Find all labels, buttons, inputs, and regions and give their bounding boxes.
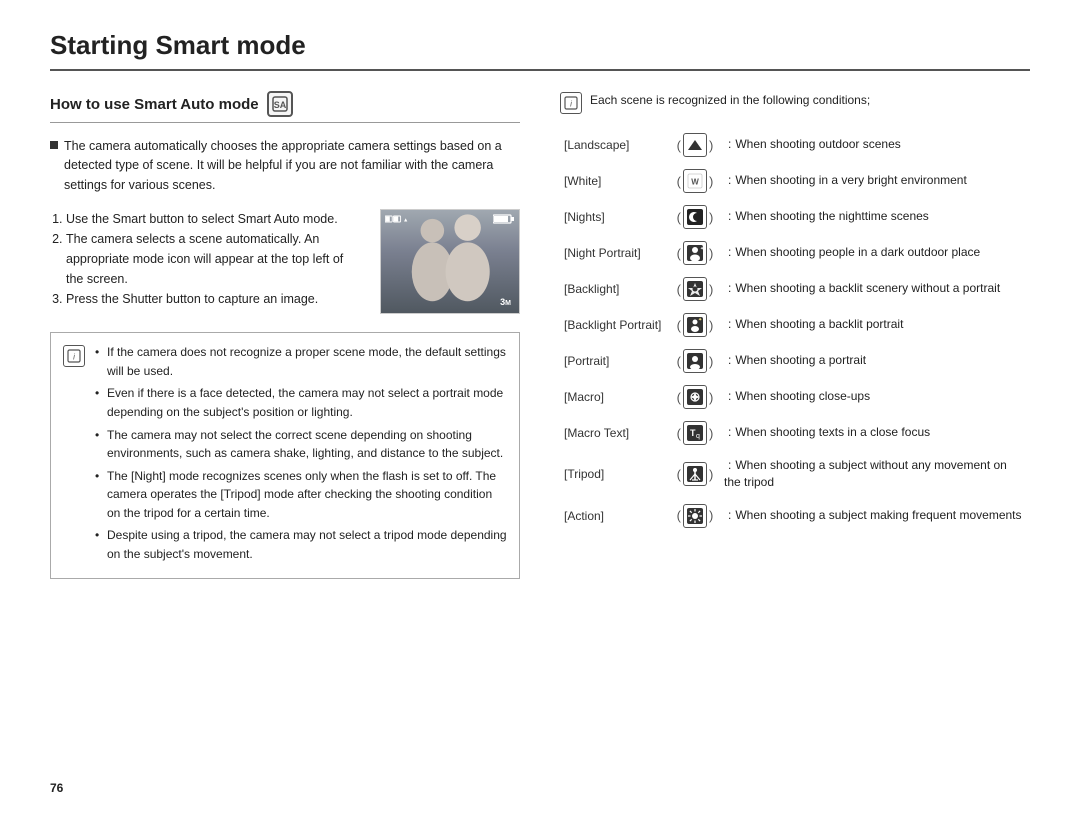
scene-label-landscape: [Landscape] [560,130,670,160]
scene-icon-white: ( W ) [670,166,720,196]
scene-desc-macro-text: :When shooting texts in a close focus [720,418,1030,448]
scene-label-backlight-portrait: [Backlight Portrait] [560,310,670,340]
page-number: 76 [50,781,63,795]
note-item-4: The [Night] mode recognizes scenes only … [95,467,507,523]
scene-row-portrait: [Portrait] ( [560,346,1030,376]
scene-icon-backlight: ( ) [670,274,720,304]
scene-row-nights: [Nights] ( ) [560,202,1030,232]
right-column: i Each scene is recognized in the follow… [560,91,1030,579]
scene-label-tripod: [Tripod] [560,454,670,495]
portrait-icon [683,349,707,373]
scene-label-night-portrait: [Night Portrait] [560,238,670,268]
scene-icon-action: ( [670,501,720,531]
scene-label-portrait: [Portrait] [560,346,670,376]
scene-row-backlight-portrait: [Backlight Portrait] ( ✦ [560,310,1030,340]
scene-icon-macro: ( ) [670,382,720,412]
backlight-portrait-icon: ✦ [683,313,707,337]
preview-battery-icon [493,214,515,226]
scene-icon-night-portrait: ( ✦ ) [670,238,720,268]
scene-label-action: [Action] [560,501,670,531]
scene-desc-backlight-portrait: :When shooting a backlit portrait [720,310,1030,340]
scene-row-white: [White] ( W ) [560,166,1030,196]
scene-desc-nights: :When shooting the nighttime scenes [720,202,1030,232]
scene-icon-tripod: ( [670,454,720,495]
right-note: i Each scene is recognized in the follow… [560,91,1030,114]
step-2: The camera selects a scene automatically… [66,229,364,289]
svg-text:W: W [691,178,699,187]
svg-text:▲: ▲ [403,218,408,224]
scene-icon-macro-text: ( T q ) [670,418,720,448]
right-note-icon: i [560,92,582,114]
scene-label-macro: [Macro] [560,382,670,412]
step-3: Press the Shutter button to capture an i… [66,289,364,309]
scene-desc-macro: :When shooting close-ups [720,382,1030,412]
macro-text-icon: T q [683,421,707,445]
scene-table: [Landscape] ( ) [560,130,1030,531]
intro-block: The camera automatically chooses the app… [50,137,520,195]
section-heading-text: How to use Smart Auto mode [50,96,259,113]
scene-desc-landscape: :When shooting outdoor scenes [720,130,1030,160]
landscape-icon [683,133,707,157]
svg-text:✦: ✦ [700,246,703,252]
svg-text:i: i [570,100,572,109]
preview-3m-label: 3M [500,297,511,307]
scene-icon-backlight-portrait: ( ✦ ) [670,310,720,340]
scene-desc-backlight: :When shooting a backlit scenery without… [720,274,1030,304]
macro-icon [683,385,707,409]
scene-desc-action: :When shooting a subject making frequent… [720,501,1030,531]
scene-label-nights: [Nights] [560,202,670,232]
camera-preview: ▲ [380,209,520,314]
backlight-icon [683,277,707,301]
scene-label-backlight: [Backlight] [560,274,670,304]
scene-icon-portrait: ( ) [670,346,720,376]
scene-icon-nights: ( ) [670,202,720,232]
night-portrait-icon: ✦ [683,241,707,265]
scene-row-action: [Action] ( [560,501,1030,531]
scene-desc-tripod: :When shooting a subject without any mov… [720,454,1030,495]
steps-list: Use the Smart button to select Smart Aut… [50,209,364,309]
step-1: Use the Smart button to select Smart Aut… [66,209,364,229]
scene-desc-white: :When shooting in a very bright environm… [720,166,1030,196]
scene-label-white: [White] [560,166,670,196]
note-box: i If the camera does not recognize a pro… [50,332,520,579]
scene-desc-night-portrait: :When shooting people in a dark outdoor … [720,238,1030,268]
white-icon: W [683,169,707,193]
left-column: How to use Smart Auto mode SA The camera… [50,91,520,579]
svg-text:i: i [73,353,75,362]
page-container: Starting Smart mode How to use Smart Aut… [0,0,1080,815]
note-item-5: Despite using a tripod, the camera may n… [95,526,507,563]
bullet-icon [50,141,58,149]
right-note-text: Each scene is recognized in the followin… [590,91,870,109]
scene-row-night-portrait: [Night Portrait] ( ✦ [560,238,1030,268]
svg-text:q: q [696,433,700,440]
action-icon [683,504,707,528]
scene-row-tripod: [Tripod] ( [560,454,1030,495]
scene-row-landscape: [Landscape] ( ) [560,130,1030,160]
notes-list: If the camera does not recognize a prope… [95,343,507,568]
tripod-icon [683,462,707,486]
scene-icon-landscape: ( ) [670,130,720,160]
preview-top-bar: ▲ [385,214,515,226]
smart-auto-icon: SA [267,91,293,117]
preview-icon-left: ▲ [385,214,415,226]
note-item-3: The camera may not select the correct sc… [95,426,507,463]
note-item-1: If the camera does not recognize a prope… [95,343,507,380]
steps-text: Use the Smart button to select Smart Aut… [50,209,364,314]
content-columns: How to use Smart Auto mode SA The camera… [50,91,1030,579]
note-item-2: Even if there is a face detected, the ca… [95,384,507,421]
page-title: Starting Smart mode [50,30,1030,71]
scene-label-macro-text: [Macro Text] [560,418,670,448]
svg-text:✦: ✦ [698,317,702,323]
scene-desc-portrait: :When shooting a portrait [720,346,1030,376]
note-icon: i [63,345,85,367]
scene-row-macro: [Macro] ( [560,382,1030,412]
section-heading: How to use Smart Auto mode SA [50,91,520,123]
intro-text: The camera automatically chooses the app… [64,137,520,195]
nights-icon [683,205,707,229]
scene-row-macro-text: [Macro Text] ( T q [560,418,1030,448]
scene-row-backlight: [Backlight] ( [560,274,1030,304]
steps-area: Use the Smart button to select Smart Aut… [50,209,520,314]
svg-text:SA: SA [273,100,286,110]
